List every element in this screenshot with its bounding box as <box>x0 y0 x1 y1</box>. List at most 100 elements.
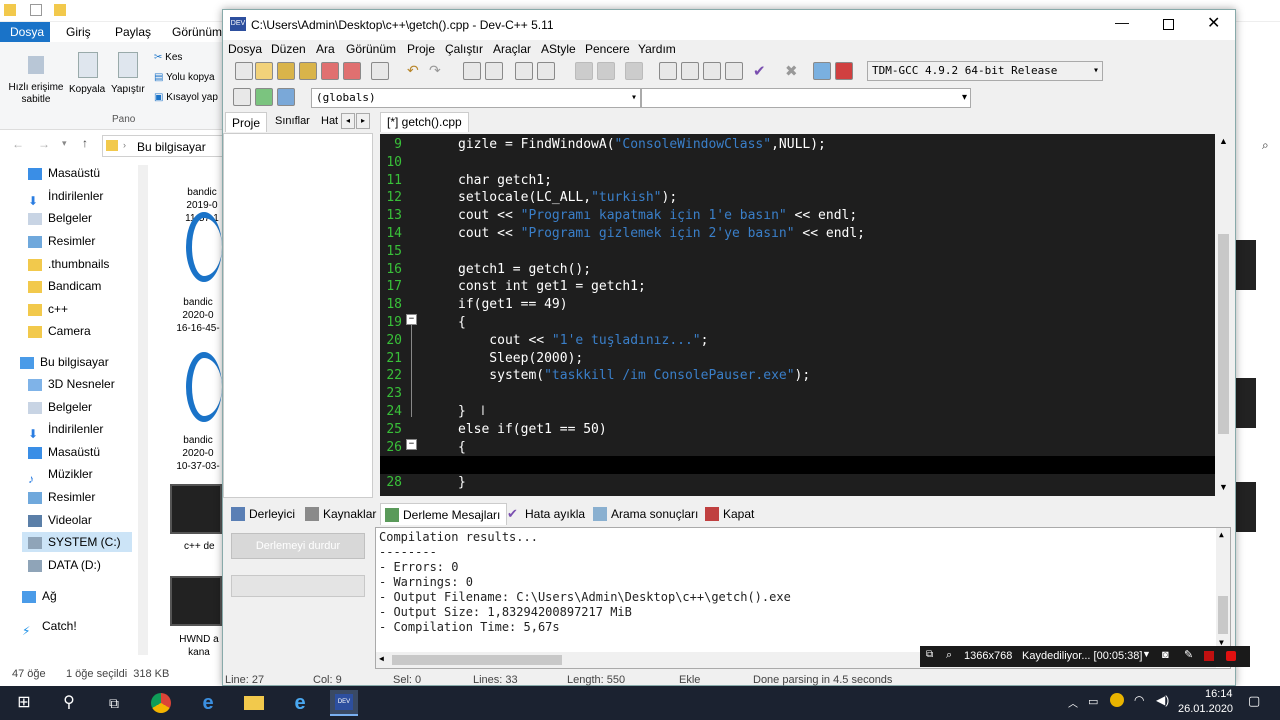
file-item[interactable]: bandic 2020-0 10-37-03- <box>174 434 222 473</box>
nav-item-documents-2[interactable]: Belgeler <box>28 397 92 417</box>
nav-item-catch[interactable]: ⚡ Catch! <box>22 616 77 638</box>
battery-icon[interactable]: ▭ <box>1088 695 1098 708</box>
wifi-icon[interactable]: ◠ <box>1134 693 1144 707</box>
notification-icon[interactable]: ▢ <box>1248 693 1260 709</box>
unindent-icon[interactable] <box>537 62 555 80</box>
menu-project[interactable]: Proje <box>407 42 435 56</box>
nav-item-videos[interactable]: Videolar <box>28 510 92 530</box>
tab-resources[interactable]: Kaynaklar <box>301 503 376 525</box>
chrome-icon[interactable] <box>147 690 175 716</box>
menu-view[interactable]: Görünüm <box>346 42 396 56</box>
scroll-thumb[interactable] <box>392 655 562 665</box>
video-thumbnail[interactable] <box>170 484 222 534</box>
cut-button[interactable]: ✂ Kes <box>154 52 182 63</box>
paste-icon[interactable] <box>118 52 138 78</box>
scroll-up-icon[interactable]: ▲ <box>1219 530 1224 539</box>
devcpp-taskbar-icon[interactable]: DEV <box>330 690 358 716</box>
video-thumbnail[interactable] <box>1236 482 1256 532</box>
output-vscrollbar[interactable]: ▲ ▼ <box>1216 528 1230 652</box>
tab-scroll-right-icon[interactable]: ▸ <box>356 113 370 129</box>
volume-icon[interactable]: ◀) <box>1156 693 1169 707</box>
forward-arrow-icon[interactable]: → <box>38 137 50 151</box>
tab-classes[interactable]: Sınıflar <box>275 115 310 127</box>
copy-icon[interactable] <box>78 52 98 78</box>
close-icon[interactable]: ✕ <box>1207 13 1220 33</box>
file-item[interactable]: bandic 2020-0 16-16-45- <box>174 296 222 335</box>
internet-explorer-icon[interactable]: e <box>286 690 314 716</box>
video-thumbnail[interactable] <box>170 576 222 626</box>
recent-chevron-icon[interactable]: ▾ <box>62 138 67 149</box>
scroll-left-icon[interactable]: ◀ <box>379 654 384 663</box>
nav-scrollbar[interactable] <box>138 165 148 655</box>
nav-item-music[interactable]: ♪ Müzikler <box>28 464 93 486</box>
nav-item-3d-objects[interactable]: 3D Nesneler <box>28 374 115 394</box>
close-file-icon[interactable] <box>321 62 339 80</box>
nav-item-bandicam[interactable]: Bandicam <box>28 276 101 296</box>
scroll-up-icon[interactable]: ▲ <box>1219 136 1228 146</box>
editor-scrollbar[interactable]: ▲ ▼ <box>1215 134 1232 496</box>
stop-record-icon[interactable] <box>1226 651 1236 661</box>
nav-item-downloads-2[interactable]: ⬇ İndirilenler <box>28 419 103 441</box>
nav-item-network[interactable]: Ağ <box>22 586 57 606</box>
pin-button-label[interactable]: Hızlı erişime sabitle <box>4 82 68 106</box>
nav-item-documents[interactable]: Belgeler <box>28 208 92 228</box>
tray-app-icon[interactable] <box>1110 693 1124 707</box>
tray-chevron-icon[interactable]: ︿ <box>1068 695 1078 710</box>
copy-button-label[interactable]: Kopyala <box>69 84 105 95</box>
menu-window[interactable]: Pencere <box>585 42 630 56</box>
task-view-icon[interactable]: ⧉ <box>100 690 128 716</box>
code-editor[interactable]: 9 gizle = FindWindowA("ConsoleWindowClass… <box>380 134 1215 496</box>
tab-compiler[interactable]: Derleyici <box>227 503 295 525</box>
run-icon[interactable] <box>255 88 273 106</box>
tab-debug-panel[interactable]: ✔ Hata ayıkla <box>503 503 585 525</box>
file-item[interactable]: HWND a kana <box>176 633 222 659</box>
tab-search-results[interactable]: Arama sonuçları <box>589 503 698 525</box>
open-icon[interactable] <box>255 62 273 80</box>
menu-astyle[interactable]: AStyle <box>541 42 576 56</box>
tab-getch-cpp[interactable]: [*] getch().cpp <box>380 112 469 132</box>
tab-share[interactable]: Paylaş <box>105 22 161 42</box>
search-icon[interactable]: ⌕ <box>1262 138 1269 153</box>
video-thumbnail[interactable] <box>1236 378 1256 428</box>
debug-icon[interactable] <box>277 88 295 106</box>
compile-icon[interactable] <box>233 88 251 106</box>
function-select[interactable]: ▾ <box>641 88 971 108</box>
profile-icon[interactable] <box>835 62 853 80</box>
menu-tools[interactable]: Araçlar <box>493 42 531 56</box>
fold-collapse-icon[interactable]: − <box>406 314 417 325</box>
new-project-icon[interactable] <box>659 62 677 80</box>
menu-execute[interactable]: Çalıştır <box>445 42 483 56</box>
find-icon[interactable] <box>463 62 481 80</box>
windows-start-icon[interactable]: ⊞ <box>10 690 38 716</box>
project-options-icon[interactable] <box>703 62 721 80</box>
nav-item-system-c[interactable]: SYSTEM (C:) <box>22 532 132 552</box>
maximize-icon[interactable] <box>1163 19 1174 30</box>
search-icon[interactable]: ⚲ <box>55 690 83 716</box>
nav-item-desktop[interactable]: Masaüstü <box>28 163 100 183</box>
minimize-icon[interactable]: — <box>1115 14 1129 30</box>
clock-time[interactable]: 16:14 <box>1205 688 1233 700</box>
scroll-thumb[interactable] <box>1218 234 1229 434</box>
nav-item-pictures-2[interactable]: Resimler <box>28 487 95 507</box>
save-icon[interactable] <box>277 62 295 80</box>
compiler-select[interactable]: TDM-GCC 4.9.2 64-bit Release ▾ <box>867 61 1103 81</box>
nav-item-this-pc[interactable]: Bu bilgisayar <box>20 352 109 372</box>
chart-icon[interactable] <box>813 62 831 80</box>
nav-item-cpp[interactable]: c++ <box>28 299 68 319</box>
undo-icon[interactable]: ↶ <box>407 62 419 79</box>
tab-project[interactable]: Proje <box>225 112 268 132</box>
tab-debug[interactable]: Hat <box>321 115 338 127</box>
tab-file[interactable]: Dosya <box>0 22 50 42</box>
window-list-icon[interactable] <box>681 62 699 80</box>
address-input[interactable]: › Bu bilgisayar <box>102 135 230 157</box>
nav-item-pictures[interactable]: Resimler <box>28 231 95 251</box>
video-thumbnail[interactable] <box>1236 240 1256 290</box>
edge-icon[interactable]: e <box>194 690 222 716</box>
nav-item-desktop-2[interactable]: Masaüstü <box>28 442 100 462</box>
scroll-thumb[interactable] <box>1218 596 1228 634</box>
stop-icon[interactable]: ✖ <box>785 62 798 80</box>
search-icon[interactable]: ⌕ <box>946 649 952 662</box>
chevron-down-icon[interactable]: ▼ <box>1142 649 1151 659</box>
up-arrow-icon[interactable]: ↑ <box>82 136 88 150</box>
tab-scroll-left-icon[interactable]: ◂ <box>341 113 355 129</box>
